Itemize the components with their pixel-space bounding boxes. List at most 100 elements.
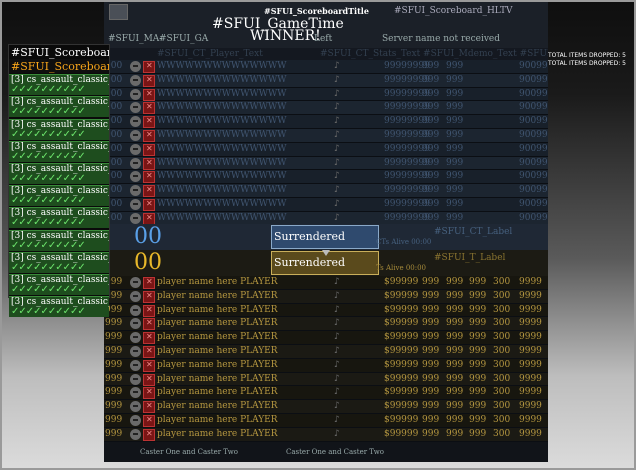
mute-icon[interactable] (143, 373, 155, 386)
deaths-value: 999 (469, 359, 487, 370)
ct-player-row[interactable]: 900WWWWWWWWWWWWWW♪99999999999999900999 (104, 115, 548, 129)
avatar-icon (130, 290, 141, 302)
avatar-icon (130, 373, 141, 385)
menu-button[interactable] (109, 4, 128, 20)
mvp-value: 300 (493, 345, 511, 356)
mute-icon[interactable] (143, 198, 155, 211)
vote-map-item[interactable]: [3] cs_assault_classic_v2✓✓✓✓✓✓✓✓✓✓ (9, 96, 109, 118)
mute-icon[interactable] (143, 143, 155, 156)
assists-value: 999 (446, 304, 464, 315)
mute-icon[interactable] (143, 359, 155, 372)
score-value: 9999 (519, 345, 542, 356)
t-player-row[interactable]: 999player name here PLAYER♪$999999999999… (104, 386, 548, 401)
mute-icon[interactable] (143, 277, 155, 289)
mute-icon[interactable] (143, 318, 155, 331)
mute-icon[interactable] (143, 157, 155, 170)
ct-player-row[interactable]: 900WWWWWWWWWWWWWW♪99999999999999900999 (104, 73, 548, 88)
avatar-icon (130, 157, 141, 169)
vote-map-item[interactable]: [3] cs_assault_classic_v2✓✓✓✓✓✓✓✓✓✓ (9, 185, 109, 207)
vote-map-item[interactable]: [3] cs_assault_classic_v2✓✓✓✓✓✓✓✓✓✓ (9, 140, 109, 162)
mvp-value: 300 (493, 277, 511, 287)
ct-player-row[interactable]: 900WWWWWWWWWWWWWW♪99999999999999900999 (104, 101, 548, 116)
money-value: $99999 (384, 387, 419, 398)
mute-icon[interactable] (143, 185, 155, 198)
kills-value: 999 (422, 304, 440, 315)
mute-icon[interactable] (143, 212, 155, 225)
money-value: $99999 (384, 345, 419, 356)
ct-player-row[interactable]: 900WWWWWWWWWWWWWW♪99999999999999900999 (104, 87, 548, 102)
microphone-icon: ♪ (334, 332, 340, 343)
mute-icon[interactable] (143, 61, 155, 73)
t-player-row[interactable]: 999player name here PLAYER♪$999999999999… (104, 331, 548, 345)
mute-icon[interactable] (143, 290, 155, 303)
ct-player-row[interactable]: 900WWWWWWWWWWWWWW♪99999999999999900999 (104, 184, 548, 198)
mute-icon[interactable] (143, 102, 155, 115)
microphone-icon: ♪ (334, 428, 340, 439)
t-player-row[interactable]: 999player name here PLAYER♪$999999999999… (104, 289, 548, 304)
ct-player-row[interactable]: 900WWWWWWWWWWWWWW♪99999999999999900999 (104, 142, 548, 157)
player-name: WWWWWWWWWWWWWW (157, 143, 287, 154)
t-player-row[interactable]: 999player name here PLAYER♪$999999999999… (104, 427, 548, 442)
vote-map-item[interactable]: [3] cs_assault_classic_v2✓✓✓✓✓✓✓✓✓✓ (9, 251, 109, 273)
microphone-icon: ♪ (334, 290, 340, 301)
t-alive-count: Ts Alive 00:00 (376, 264, 427, 272)
ct-surrender-button[interactable]: Surrendered (271, 225, 379, 249)
ct-player-row[interactable]: 900WWWWWWWWWWWWWW♪99999999999999900999 (104, 60, 548, 74)
mute-icon[interactable] (143, 129, 155, 142)
ct-player-row[interactable]: 900WWWWWWWWWWWWWW♪99999999999999900999 (104, 170, 548, 185)
mute-icon[interactable] (143, 401, 155, 414)
avatar-icon (130, 61, 141, 72)
money-value: $99999 (384, 373, 419, 384)
t-player-row[interactable]: 999player name here PLAYER♪$999999999999… (104, 372, 548, 387)
score-value: 900999 (519, 129, 548, 140)
vote-map-item[interactable]: [3] cs_assault_classic_v2✓✓✓✓✓✓✓✓✓✓ (9, 296, 109, 318)
winner-label: WINNER! (250, 28, 321, 44)
hltv-label: #SFUI_Scoreboard_HLTV (394, 6, 513, 16)
vote-map-item[interactable]: [3] cs_assault_classic_v2✓✓✓✓✓✓✓✓✓✓ (9, 162, 109, 184)
ping-value: 999 (105, 345, 123, 356)
t-player-row[interactable]: 999player name here PLAYER♪$999999999999… (104, 276, 548, 290)
t-team-label: #SFUI_T_Label (434, 253, 506, 263)
mute-icon[interactable] (143, 171, 155, 184)
vote-checkmarks-icon: ✓✓✓✓✓✓✓✓✓✓ (11, 283, 86, 295)
vote-map-item[interactable]: [3] cs_assault_classic_v2✓✓✓✓✓✓✓✓✓✓ (9, 207, 109, 229)
mute-icon[interactable] (143, 332, 155, 345)
kills-value: 999 (422, 171, 440, 182)
vote-checkmarks-icon: ✓✓✓✓✓✓✓✓✓✓ (11, 84, 86, 96)
vote-map-item[interactable]: [3] cs_assault_classic_v2✓✓✓✓✓✓✓✓✓✓ (9, 273, 109, 295)
t-player-row[interactable]: 999player name here PLAYER♪$999999999999… (104, 400, 548, 414)
mvp-value: 300 (493, 290, 511, 301)
player-name: WWWWWWWWWWWWWW (157, 185, 287, 196)
score-value: 9999 (519, 401, 542, 412)
mvp-value: 300 (493, 304, 511, 315)
mute-icon[interactable] (143, 345, 155, 358)
mute-icon[interactable] (143, 116, 155, 129)
score-value: 9999 (519, 414, 542, 425)
deaths-value: 999 (469, 345, 487, 356)
player-name: WWWWWWWWWWWWWW (157, 74, 287, 85)
assists-value: 999 (446, 387, 464, 398)
t-player-row[interactable]: 999player name here PLAYER♪$999999999999… (104, 317, 548, 332)
mute-icon[interactable] (143, 428, 155, 441)
t-player-row[interactable]: 999player name here PLAYER♪$999999999999… (104, 303, 548, 318)
mvp-value: 300 (493, 359, 511, 370)
avatar-icon (130, 129, 141, 141)
mute-icon[interactable] (143, 387, 155, 400)
ct-player-row[interactable]: 900WWWWWWWWWWWWWW♪99999999999999900999 (104, 128, 548, 143)
microphone-icon: ♪ (334, 171, 340, 182)
vote-map-item[interactable]: [3] cs_assault_classic_v2✓✓✓✓✓✓✓✓✓✓ (9, 74, 109, 96)
microphone-icon: ♪ (334, 212, 340, 223)
mute-icon[interactable] (143, 88, 155, 101)
deaths-value: 999 (469, 387, 487, 398)
vote-map-item[interactable]: [3] cs_assault_classic_v2✓✓✓✓✓✓✓✓✓✓ (9, 229, 109, 251)
mute-icon[interactable] (143, 414, 155, 427)
ct-player-row[interactable]: 900WWWWWWWWWWWWWW♪99999999999999900999 (104, 156, 548, 171)
mute-icon[interactable] (143, 304, 155, 317)
t-player-row[interactable]: 999player name here PLAYER♪$999999999999… (104, 358, 548, 373)
mute-icon[interactable] (143, 74, 155, 87)
t-player-row[interactable]: 999player name here PLAYER♪$999999999999… (104, 344, 548, 359)
score-value: 9999 (519, 359, 542, 370)
ct-player-row[interactable]: 900WWWWWWWWWWWWWW♪99999999999999900999 (104, 197, 548, 212)
vote-map-item[interactable]: [3] cs_assault_classic_v2✓✓✓✓✓✓✓✓✓✓ (9, 118, 109, 140)
t-player-row[interactable]: 999player name here PLAYER♪$999999999999… (104, 413, 548, 428)
